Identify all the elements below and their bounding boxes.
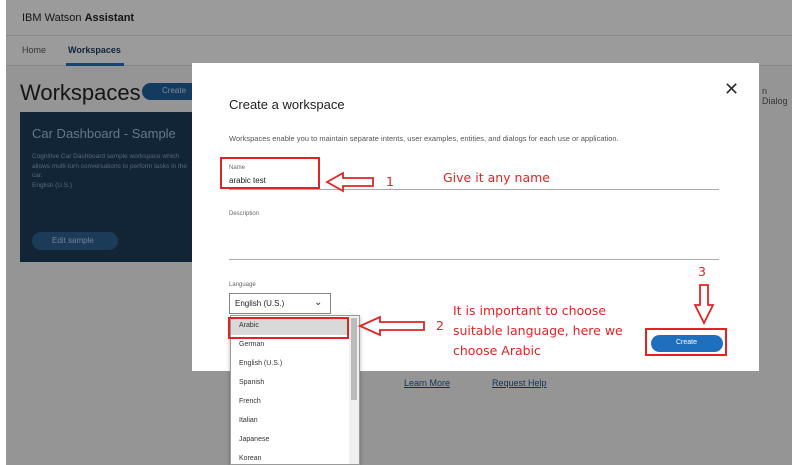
language-label: Language	[229, 282, 256, 288]
dropdown-option-french[interactable]: French	[231, 393, 349, 411]
close-icon[interactable]: ✕	[724, 79, 739, 100]
name-input-underline	[229, 189, 719, 190]
annotation-text-2: It is important to choose suitable langu…	[453, 301, 623, 361]
dropdown-option-italian[interactable]: Italian	[231, 412, 349, 430]
annotation-arrow-2	[357, 315, 425, 337]
annotation-number-1: 1	[386, 174, 394, 189]
annotation-text-2-line3: choose Arabic	[453, 343, 541, 358]
language-select-value: English (U.S.)	[235, 299, 285, 308]
modal-description: Workspaces enable you to maintain separa…	[229, 134, 619, 143]
annotation-number-3: 3	[698, 264, 706, 279]
language-select[interactable]: English (U.S.) ⌄	[229, 293, 331, 314]
description-input[interactable]	[229, 259, 719, 260]
dropdown-option-spanish[interactable]: Spanish	[231, 374, 349, 392]
annotation-box-create	[645, 328, 727, 356]
chevron-down-icon: ⌄	[314, 297, 323, 308]
description-label: Description	[229, 211, 260, 217]
dropdown-option-english[interactable]: English (U.S.)	[231, 355, 349, 373]
dropdown-option-korean[interactable]: Korean	[231, 450, 349, 464]
annotation-number-2: 2	[436, 318, 444, 333]
dropdown-scrollbar-thumb[interactable]	[351, 318, 357, 400]
annotation-box-name	[220, 157, 320, 189]
annotation-arrow-1	[325, 171, 374, 193]
annotation-text-2-line2: suitable language, here we	[453, 323, 623, 338]
dropdown-option-japanese[interactable]: Japanese	[231, 431, 349, 449]
modal-title: Create a workspace	[229, 97, 345, 112]
annotation-arrow-3	[693, 284, 715, 326]
annotation-box-arabic	[228, 317, 349, 339]
annotation-text-1: Give it any name	[443, 170, 550, 185]
annotation-text-2-line1: It is important to choose	[453, 303, 607, 318]
